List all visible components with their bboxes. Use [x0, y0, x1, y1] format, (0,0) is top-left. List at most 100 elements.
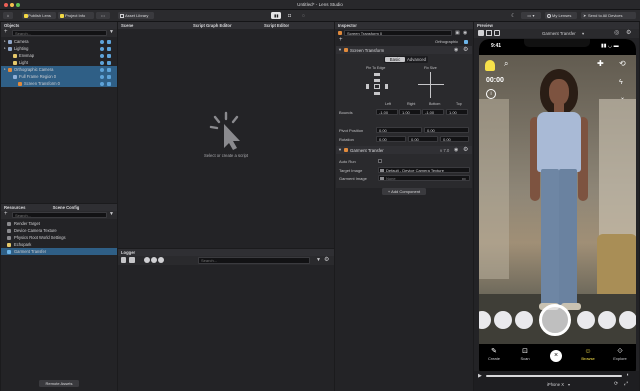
lens-thumb[interactable]	[619, 311, 636, 329]
resource-row[interactable]: Physics Root World Settings	[1, 234, 117, 241]
preview-settings-icon[interactable]: ⚙	[626, 29, 631, 36]
tab-script-editor[interactable]: Script Editor	[264, 22, 289, 29]
visibility-icon[interactable]	[100, 53, 104, 58]
object-enabled-checkbox[interactable]	[338, 31, 342, 35]
capture-button[interactable]	[539, 304, 571, 336]
tab-resources[interactable]: Resources	[4, 205, 25, 210]
enabled-checkbox[interactable]	[107, 39, 111, 44]
tab-scene[interactable]: Scene	[121, 23, 133, 28]
lens-info-icon[interactable]: i	[486, 89, 496, 99]
expand-arrow-icon[interactable]: ▸	[4, 45, 6, 52]
logger-filter-icon[interactable]: ▼	[316, 256, 321, 264]
rotation-y-input[interactable]	[408, 136, 438, 142]
close-lens-icon[interactable]: ×	[550, 350, 562, 362]
more-options-icon[interactable]: ⌄	[620, 94, 625, 101]
enabled-checkbox[interactable]	[107, 67, 111, 72]
rotation-z-input[interactable]	[440, 136, 469, 142]
screenshot-icon[interactable]: ◌	[302, 13, 305, 19]
resources-search-input[interactable]	[12, 212, 107, 218]
lens-thumb[interactable]	[515, 311, 533, 329]
collapse-arrow-icon[interactable]: ▼	[338, 47, 342, 52]
visibility-icon[interactable]	[100, 60, 104, 65]
remote-assets-button[interactable]: Remote Assets	[39, 380, 79, 387]
expand-arrow-icon[interactable]: ▸	[4, 66, 6, 73]
clear-log-icon[interactable]	[129, 257, 135, 263]
object-name-input[interactable]	[344, 30, 452, 36]
logger-settings-icon[interactable]: ⚙	[324, 256, 329, 264]
add-resource-button[interactable]: +	[4, 211, 8, 218]
bounds-right-input[interactable]	[399, 109, 421, 115]
resource-row[interactable]: Render Target	[1, 220, 117, 227]
auto-run-checkbox[interactable]	[378, 159, 382, 163]
visibility-icon[interactable]	[100, 39, 104, 44]
add-object-button[interactable]: +	[4, 29, 8, 36]
screen-transform-header[interactable]: ▼ Screen Transform ◉ ⚙	[336, 46, 472, 54]
device-selector-button[interactable]: ▭ ▾	[521, 12, 541, 19]
flip-camera-icon[interactable]: ⟲	[619, 59, 626, 68]
pivot-y-input[interactable]	[424, 127, 469, 133]
nav-create[interactable]: ✎ Create	[481, 348, 507, 361]
home-button[interactable]: ⌂	[3, 12, 13, 19]
garment-toggle-icon[interactable]: ◉	[454, 147, 458, 153]
tree-row[interactable]: ▸ Lighting	[1, 45, 117, 52]
nav-browse[interactable]: ☺ Browse	[575, 348, 601, 361]
add-property-button[interactable]: +	[339, 37, 343, 43]
tree-row[interactable]: Light	[1, 59, 117, 66]
tab-scene-config[interactable]: Scene Config	[53, 205, 80, 210]
tab-advanced[interactable]: Advanced	[406, 57, 427, 62]
tab-basic[interactable]: Basic	[385, 57, 405, 62]
tree-row[interactable]: Envmap	[1, 52, 117, 59]
garment-settings-icon[interactable]: ⚙	[463, 146, 468, 153]
enabled-checkbox[interactable]	[107, 81, 111, 86]
garment-transfer-header[interactable]: ▼ Garment Transfer v 7.0 ◉ ⚙	[336, 146, 472, 154]
play-mode-button[interactable]: ▮▮	[271, 12, 281, 19]
object-lock-icon[interactable]: ▣	[455, 30, 460, 36]
preview-mode-icon[interactable]	[494, 30, 500, 36]
tree-row[interactable]: Screen Transform 0	[1, 80, 117, 87]
pin-to-edge-widget[interactable]	[366, 73, 388, 97]
rotate-device-icon[interactable]: ⟳	[614, 381, 618, 387]
visibility-icon[interactable]	[100, 81, 104, 86]
folder-icon[interactable]: ▭	[462, 176, 466, 180]
device-dropdown-icon[interactable]: ▾	[568, 382, 570, 387]
garment-image-field[interactable]: None ▭	[378, 175, 470, 181]
resources-filter-icon[interactable]: ▼	[109, 211, 114, 218]
asset-library-button[interactable]: Asset Library	[118, 12, 154, 19]
layer-value[interactable]: Orthographic	[435, 39, 458, 44]
lens-dropdown-icon[interactable]: ▾	[582, 31, 584, 37]
phone-search-icon[interactable]: ⌕	[504, 59, 508, 69]
enabled-checkbox[interactable]	[107, 60, 111, 65]
garment-collapse-arrow-icon[interactable]: ▼	[338, 147, 342, 152]
log-filter-error-icon[interactable]	[158, 257, 164, 263]
lens-thumb[interactable]	[598, 311, 616, 329]
expand-arrow-icon[interactable]: ▸	[4, 38, 6, 45]
pivot-x-input[interactable]	[376, 127, 422, 133]
flash-icon[interactable]: ϟ	[619, 79, 623, 86]
dark-mode-icon[interactable]: ☾	[511, 13, 515, 19]
logger-search-input[interactable]	[198, 257, 310, 264]
resource-row[interactable]: Garment Transfer	[1, 248, 117, 255]
publish-lens-button[interactable]: Publish Lens	[22, 12, 56, 19]
component-toggle-icon[interactable]: ◉	[454, 47, 458, 53]
objects-search-input[interactable]	[12, 30, 107, 36]
fix-size-widget[interactable]	[418, 72, 444, 98]
camera-icon[interactable]: ◘	[288, 13, 291, 19]
visibility-icon[interactable]	[100, 67, 104, 72]
my-lenses-button[interactable]: My Lenses	[545, 12, 577, 19]
tree-row[interactable]: Full Frame Region 0	[1, 73, 117, 80]
enabled-checkbox[interactable]	[107, 46, 111, 51]
target-image-field[interactable]: Default - Device Camera Texture	[378, 167, 470, 173]
ghost-avatar-icon[interactable]	[485, 60, 495, 71]
object-visibility-icon[interactable]: ◉	[463, 30, 467, 36]
tree-row[interactable]: ▸ Orthographic Camera	[1, 66, 117, 73]
bounds-left-input[interactable]	[376, 109, 398, 115]
visibility-icon[interactable]	[100, 46, 104, 51]
add-friend-icon[interactable]: ✚	[597, 59, 604, 68]
nav-explore[interactable]: ⟐ Explore	[607, 348, 633, 361]
mute-icon[interactable]: ◖	[626, 372, 629, 378]
replay-icon[interactable]: ▶	[478, 373, 482, 379]
tree-row[interactable]: ▸ Camera	[1, 38, 117, 45]
trash-icon[interactable]	[121, 257, 126, 263]
project-info-button[interactable]: Project Info	[58, 12, 94, 19]
log-filter-info-icon[interactable]	[144, 257, 150, 263]
